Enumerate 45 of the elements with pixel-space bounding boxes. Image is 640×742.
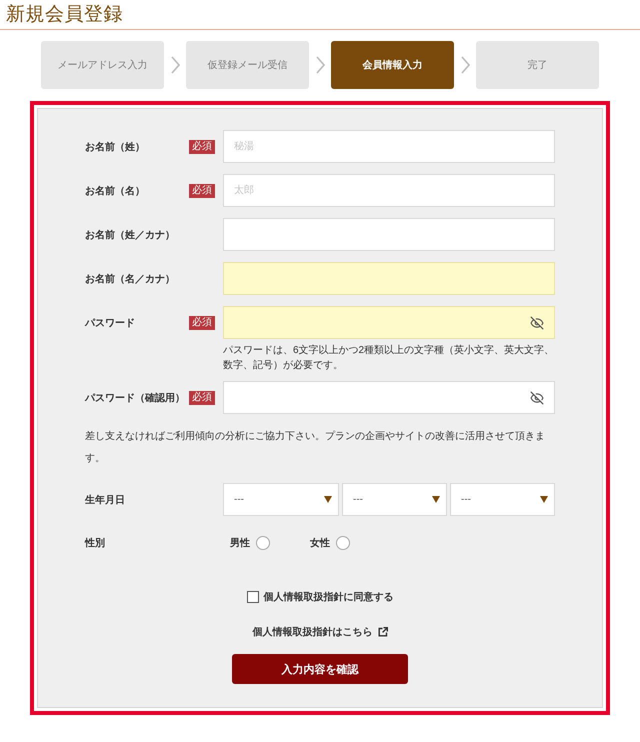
chevron-right-icon bbox=[171, 56, 180, 74]
progress-step: 完了 bbox=[476, 41, 599, 89]
eye-slash-icon[interactable] bbox=[530, 316, 544, 330]
field-label: 性別 bbox=[85, 536, 106, 550]
progress-step: 仮登録メール受信 bbox=[186, 41, 309, 89]
eye-slash-icon[interactable] bbox=[530, 390, 544, 404]
progress-step: 会員情報入力 bbox=[331, 41, 454, 89]
password-field[interactable] bbox=[223, 306, 555, 339]
required-badge: 必須 bbox=[189, 316, 215, 330]
checkbox-label[interactable]: 個人情報取扱指針に同意する bbox=[264, 590, 394, 604]
caret-down-icon bbox=[324, 496, 332, 503]
required-badge: 必須 bbox=[189, 390, 215, 404]
text-field[interactable] bbox=[223, 262, 555, 295]
checkbox[interactable] bbox=[246, 591, 258, 603]
chevron-right-icon bbox=[316, 56, 325, 74]
field-label: お名前（名／カナ） bbox=[85, 272, 176, 286]
page-title: 新規会員登録 bbox=[6, 3, 123, 27]
field-label: お名前（姓／カナ） bbox=[85, 228, 176, 242]
field-label: 生年月日 bbox=[85, 494, 126, 508]
radio-label[interactable]: 男性 bbox=[230, 536, 250, 550]
field-label: パスワード bbox=[85, 316, 136, 330]
select-field[interactable]: --- bbox=[342, 483, 447, 516]
radio-button[interactable] bbox=[336, 536, 350, 550]
text-field[interactable]: 太郎 bbox=[223, 174, 555, 207]
confirm-button[interactable]: 入力内容を確認 bbox=[232, 654, 408, 684]
radio-button[interactable] bbox=[256, 536, 270, 550]
required-badge: 必須 bbox=[189, 140, 215, 154]
progress-step: メールアドレス入力 bbox=[41, 41, 164, 89]
external-link-icon bbox=[378, 627, 388, 637]
required-badge: 必須 bbox=[189, 184, 215, 198]
select-field[interactable]: --- bbox=[223, 483, 339, 516]
caret-down-icon bbox=[432, 496, 440, 503]
select-field[interactable]: --- bbox=[450, 483, 555, 516]
field-label: お名前（姓） bbox=[85, 140, 146, 154]
text-field[interactable] bbox=[223, 218, 555, 251]
field-label: パスワード（確認用） bbox=[85, 392, 186, 406]
text-field[interactable]: 秘湯 bbox=[223, 130, 555, 163]
radio-label[interactable]: 女性 bbox=[310, 536, 330, 550]
form-note: 差し支えなければご利用傾向の分析にご協力下さい。プランの企画やサイトの改善に活用させて頂きます。 bbox=[85, 430, 546, 466]
field-label: お名前（名） bbox=[85, 184, 146, 198]
caret-down-icon bbox=[540, 496, 548, 503]
password-field[interactable] bbox=[223, 381, 555, 414]
policy-link[interactable]: 個人情報取扱指針はこちら bbox=[252, 625, 372, 639]
chevron-right-icon bbox=[461, 56, 470, 74]
password-hint: パスワードは、6文字以上かつ2種類以上の文字種（英小文字、英大文字、数字、記号）が必要です。 bbox=[223, 344, 555, 373]
